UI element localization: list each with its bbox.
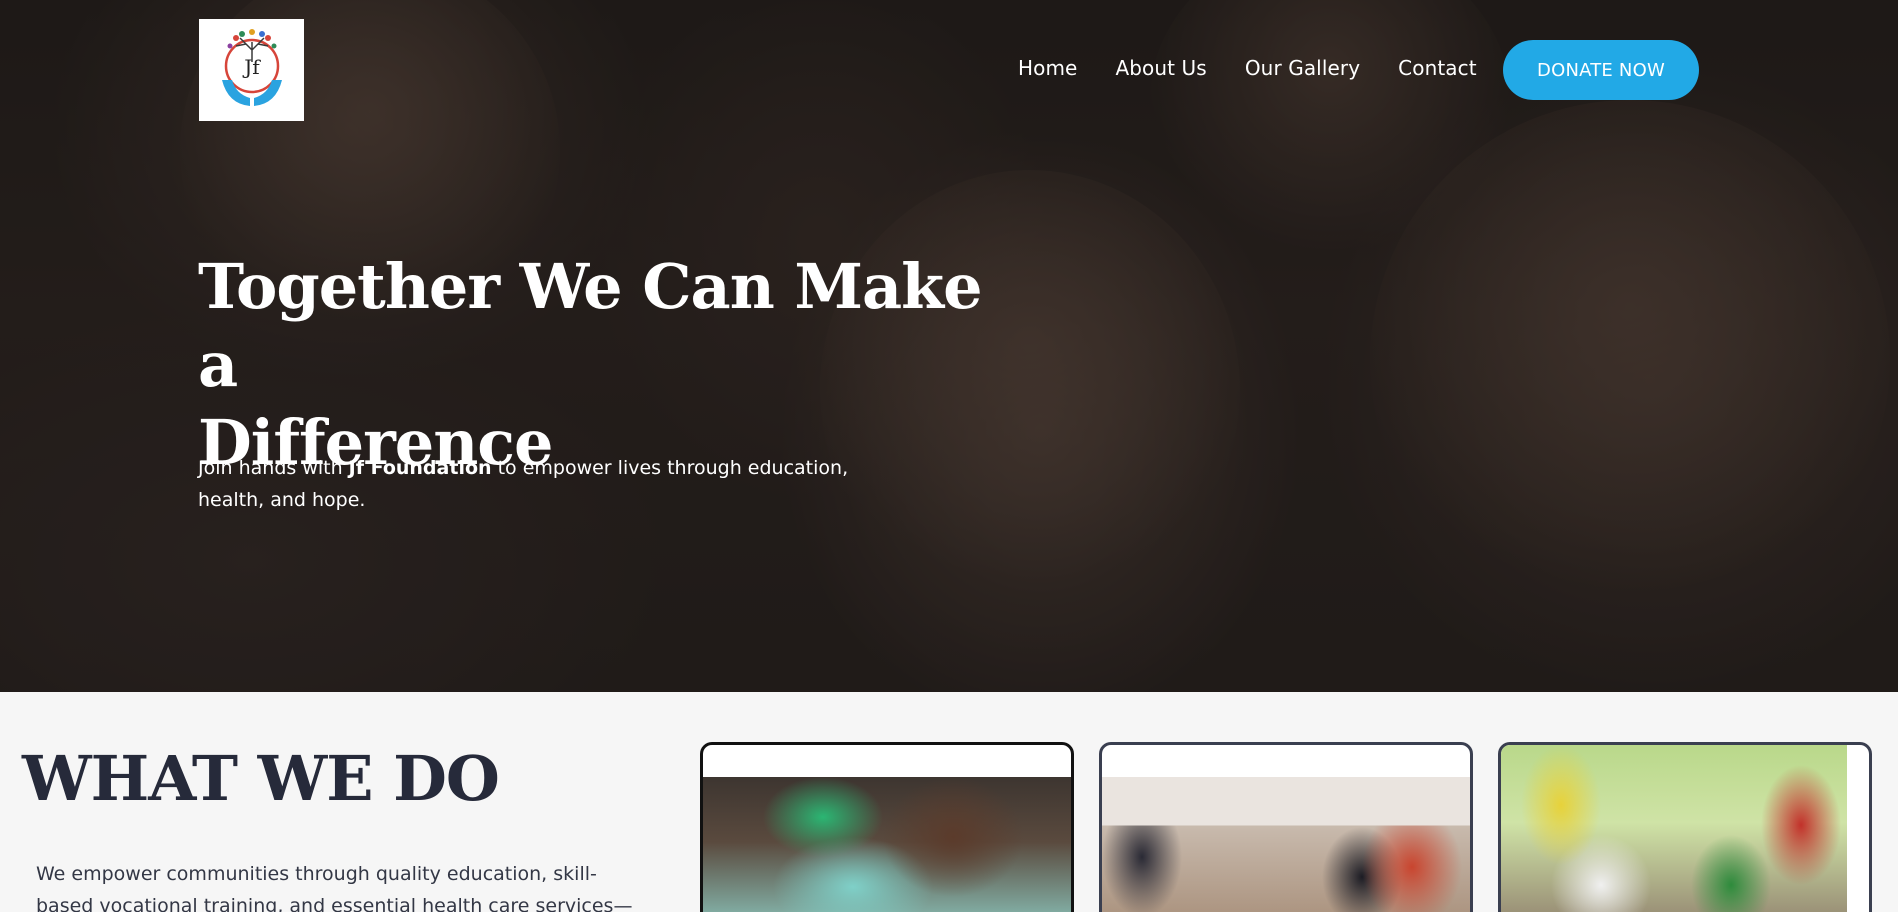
- logo-text: Jf: [242, 55, 261, 79]
- education-photo: [703, 777, 1071, 912]
- healthcare-photo: [1501, 745, 1847, 912]
- donate-now-button[interactable]: DONATE NOW: [1503, 40, 1699, 100]
- what-we-do-section: WHAT WE DO We empower communities throug…: [0, 692, 1898, 912]
- nav-our-gallery[interactable]: Our Gallery: [1245, 56, 1360, 80]
- what-we-do-title: WHAT WE DO: [22, 742, 500, 815]
- what-we-do-text: We empower communities through quality e…: [36, 863, 633, 912]
- program-card-education[interactable]: [700, 742, 1074, 912]
- hero-subtitle-prefix: Join hands with: [198, 457, 349, 479]
- vocational-training-photo: [1102, 777, 1470, 912]
- nav-about-us[interactable]: About Us: [1115, 56, 1206, 80]
- program-card-healthcare[interactable]: [1498, 742, 1872, 912]
- nav-home[interactable]: Home: [1018, 56, 1077, 80]
- hero-title-line-1: Together We Can Make a: [198, 250, 983, 401]
- hero-subtitle: Join hands with Jf Foundation to empower…: [198, 452, 898, 516]
- hero-title: Together We Can Make a Difference: [198, 248, 1018, 482]
- main-nav: Home About Us Our Gallery Contact: [1018, 56, 1477, 80]
- hero-section: Jf Home About Us Our Gallery Contact DON…: [0, 0, 1898, 692]
- nav-contact[interactable]: Contact: [1398, 56, 1477, 80]
- foundation-logo-icon: Jf: [221, 29, 282, 106]
- program-card-vocational[interactable]: [1099, 742, 1473, 912]
- hero-subtitle-org: Jf Foundation: [348, 457, 492, 479]
- site-logo[interactable]: Jf: [199, 19, 304, 121]
